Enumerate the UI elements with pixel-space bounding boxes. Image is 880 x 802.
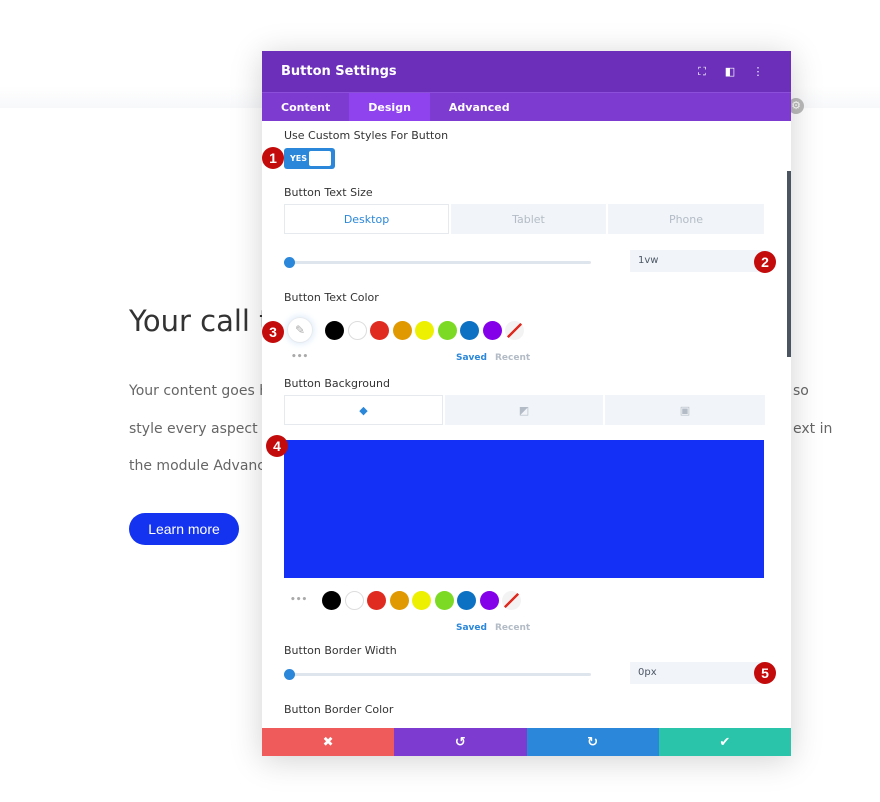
color-swatch[interactable]	[457, 591, 476, 610]
step-badge-4: 4	[266, 435, 288, 457]
device-tab-phone[interactable]: Phone	[608, 204, 764, 234]
color-swatch[interactable]	[434, 591, 454, 610]
no-color-swatch[interactable]	[502, 591, 521, 610]
color-swatch[interactable]	[460, 321, 479, 340]
eyedropper-icon[interactable]: ✎	[287, 317, 313, 343]
color-swatch[interactable]	[370, 321, 389, 340]
color-swatch[interactable]	[482, 321, 502, 340]
color-swatch[interactable]	[412, 591, 431, 610]
text-size-slider-track[interactable]	[284, 261, 591, 264]
color-swatch[interactable]	[392, 321, 412, 340]
button-settings-modal: Button Settings ⛶ ◧ ⋮ Content Design Adv…	[262, 51, 791, 756]
scrollbar[interactable]	[787, 171, 791, 357]
recent-tab[interactable]: Recent	[495, 353, 530, 363]
step-badge-5: 5	[754, 662, 776, 684]
modal-header: Button Settings ⛶ ◧ ⋮	[262, 51, 791, 92]
toggle-text: YES	[290, 154, 308, 163]
saved-tab[interactable]: Saved	[456, 623, 487, 633]
page-heading: Your call t	[129, 304, 271, 338]
more-colors-icon[interactable]: •••	[291, 352, 308, 362]
text-color-label: Button Text Color	[284, 291, 379, 304]
background-image-tab-icon[interactable]: ▣	[605, 395, 765, 425]
save-button[interactable]: ✔	[658, 728, 791, 756]
custom-styles-label: Use Custom Styles For Button	[284, 129, 449, 142]
split-view-icon[interactable]: ◧	[716, 65, 744, 78]
step-badge-1: 1	[262, 147, 284, 169]
text-size-input[interactable]: 1vw	[630, 250, 770, 272]
cancel-button[interactable]: ✖	[262, 728, 395, 756]
color-swatch[interactable]	[322, 591, 341, 610]
paragraph-line: style every aspect of	[129, 421, 276, 437]
color-swatch[interactable]	[347, 321, 367, 340]
toggle-knob	[309, 151, 331, 166]
color-swatch[interactable]	[479, 591, 499, 610]
color-swatch[interactable]	[344, 591, 364, 610]
expand-icon[interactable]: ⛶	[688, 65, 716, 79]
saved-tab[interactable]: Saved	[456, 353, 487, 363]
color-swatch[interactable]	[325, 321, 344, 340]
background-gradient-tab-icon[interactable]: ◩	[445, 395, 603, 425]
paragraph-line: Your content goes h	[129, 383, 269, 399]
tab-design[interactable]: Design	[349, 93, 430, 121]
background-color-tab-icon[interactable]: ◆	[284, 395, 443, 425]
color-swatch[interactable]	[389, 591, 409, 610]
more-colors-icon[interactable]: •••	[290, 595, 307, 605]
no-color-swatch[interactable]	[505, 321, 524, 340]
modal-title: Button Settings	[281, 64, 397, 79]
paragraph-line: ext in	[793, 421, 833, 437]
step-badge-3: 3	[262, 321, 284, 343]
border-width-label: Button Border Width	[284, 644, 397, 657]
learn-more-button[interactable]: Learn more	[129, 513, 239, 545]
custom-styles-toggle[interactable]: YES	[284, 148, 335, 169]
color-swatch[interactable]	[367, 591, 386, 610]
undo-button[interactable]: ↺	[394, 728, 527, 756]
border-width-slider-thumb[interactable]	[284, 669, 295, 680]
device-tab-tablet[interactable]: Tablet	[451, 204, 606, 234]
tab-advanced[interactable]: Advanced	[430, 93, 529, 121]
text-size-label: Button Text Size	[284, 186, 373, 199]
background-label: Button Background	[284, 377, 390, 390]
modal-footer: ✖ ↺ ↻ ✔	[262, 728, 791, 756]
recent-tab[interactable]: Recent	[495, 623, 530, 633]
background-color-preview[interactable]	[284, 440, 764, 578]
step-badge-2: 2	[754, 251, 776, 273]
more-icon[interactable]: ⋮	[744, 65, 772, 78]
paragraph-line: so	[793, 383, 809, 399]
text-size-slider-thumb[interactable]	[284, 257, 295, 268]
device-tab-desktop[interactable]: Desktop	[284, 204, 449, 234]
border-color-label: Button Border Color	[284, 703, 394, 716]
modal-tabs: Content Design Advanced	[262, 92, 791, 121]
redo-button[interactable]: ↻	[526, 728, 659, 756]
color-swatch[interactable]	[415, 321, 434, 340]
tab-content[interactable]: Content	[262, 93, 349, 121]
color-swatch[interactable]	[437, 321, 457, 340]
border-width-input[interactable]: 0px	[630, 662, 770, 684]
border-width-slider-track[interactable]	[284, 673, 591, 676]
paragraph-line: the module Advance	[129, 458, 274, 474]
modal-body: Use Custom Styles For Button YES Button …	[262, 51, 791, 716]
